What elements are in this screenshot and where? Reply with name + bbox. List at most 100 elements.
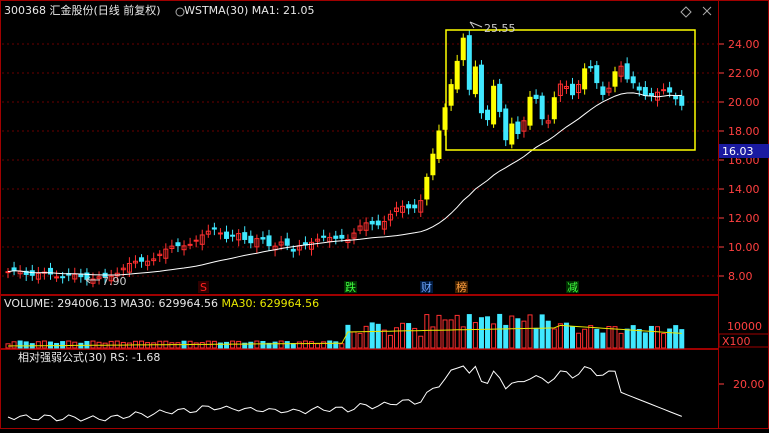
- close-icon[interactable]: [702, 6, 712, 16]
- candle-body: [260, 237, 266, 240]
- volume-bar: [333, 341, 339, 349]
- volume-header: VOLUME: 294006.13 MA30: 629964.56 MA30: …: [4, 297, 319, 310]
- candle-body: [460, 37, 466, 61]
- period-mode[interactable]: (日线 前复权): [94, 4, 161, 17]
- candle-body: [527, 96, 533, 126]
- volume-bar: [412, 327, 418, 349]
- volume-bar: [673, 325, 679, 349]
- volume-bar: [11, 341, 17, 349]
- volume-bar: [41, 340, 47, 349]
- candle-body: [642, 87, 648, 96]
- event-marker-cai[interactable]: 财: [421, 280, 432, 294]
- indicator-name[interactable]: WSTMA(30): [184, 4, 248, 17]
- candle-body: [242, 232, 248, 240]
- volume-bar: [400, 322, 406, 349]
- candle-body: [284, 238, 290, 246]
- volume-bar: [527, 314, 533, 349]
- volume-bar: [290, 343, 296, 349]
- volume-bar: [418, 335, 424, 349]
- candle-body: [515, 121, 521, 135]
- volume-bar: [521, 320, 527, 349]
- volume-bar: [357, 332, 363, 349]
- stock-name: 汇金股份: [49, 4, 94, 17]
- candle-body: [673, 95, 679, 100]
- candle-body: [648, 93, 654, 97]
- volume-bar: [466, 314, 472, 349]
- chart-canvas[interactable]: 24.0022.0020.0018.0016.0014.0012.0010.00…: [0, 0, 769, 429]
- candle-body: [193, 239, 199, 242]
- candle-body: [266, 235, 272, 247]
- price-tick-label: 22.00: [728, 67, 760, 80]
- volume-bar: [278, 340, 284, 349]
- volume-bar: [533, 327, 539, 349]
- volume-bar: [60, 341, 66, 349]
- candle-body: [406, 204, 412, 209]
- candle-body: [448, 84, 454, 106]
- volume-bar: [472, 322, 478, 349]
- volume-bar: [624, 328, 630, 349]
- stock-code: 300368: [4, 4, 46, 17]
- volume-bar: [557, 323, 563, 349]
- volume-bar: [23, 341, 29, 349]
- volume-bar: [545, 320, 551, 349]
- volume-ma-label: MA30: 629964.56: [120, 297, 218, 310]
- price-axis: 24.0022.0020.0018.0016.0014.0012.0010.00…: [719, 38, 760, 283]
- volume-bar: [406, 323, 412, 349]
- candle-body: [369, 220, 375, 225]
- candle-body: [624, 63, 630, 80]
- candle-body: [497, 83, 503, 112]
- volume-bar: [442, 319, 448, 349]
- candle-body: [478, 64, 484, 114]
- candle-body: [551, 97, 557, 120]
- volume-bar: [576, 332, 582, 349]
- high-annotation: 25.55: [484, 22, 516, 35]
- volume-bars: [5, 313, 685, 349]
- candle-body: [175, 242, 181, 247]
- event-marker-bang[interactable]: 榜: [456, 280, 467, 294]
- current-price-value: 16.03: [722, 145, 754, 158]
- volume-bar: [381, 329, 387, 349]
- volume-bar: [296, 341, 302, 349]
- candle-body: [636, 86, 642, 91]
- volume-bar: [84, 340, 90, 349]
- event-marker-s[interactable]: S: [200, 281, 207, 294]
- event-marker-die[interactable]: 跌: [345, 280, 356, 294]
- volume-bar: [375, 323, 381, 349]
- candle-body: [466, 35, 472, 90]
- volume-bar: [339, 343, 345, 349]
- volume-unit-tag: X100: [722, 335, 751, 348]
- volume-bar: [570, 326, 576, 349]
- price-tick-label: 12.00: [728, 212, 760, 225]
- chevron-down-icon[interactable]: [680, 6, 692, 18]
- price-grid: [2, 43, 718, 277]
- rs-value: RS: -1.68: [110, 351, 161, 364]
- wstma-line: [7, 92, 682, 276]
- volume-bar: [248, 341, 254, 349]
- candlestick-series: [5, 30, 685, 288]
- price-header: 300368 汇金股份(日线 前复权) WSTMA(30) MA1: 21.05: [4, 4, 315, 17]
- rs-title[interactable]: 相对强弱公式(30): [18, 351, 107, 364]
- event-markers: S 跌 财 榜 减: [198, 280, 579, 294]
- volume-bar: [35, 341, 41, 349]
- volume-bar: [478, 317, 484, 349]
- price-tick-label: 14.00: [728, 183, 760, 196]
- candle-body: [533, 94, 539, 99]
- volume-bar: [351, 331, 357, 349]
- volume-bar: [582, 328, 588, 349]
- candle-body: [594, 65, 600, 84]
- volume-bar: [618, 332, 624, 349]
- candle-body: [321, 235, 327, 238]
- volume-bar: [636, 328, 642, 349]
- candle-body: [472, 66, 478, 95]
- volume-bar: [47, 341, 53, 349]
- volume-bar: [66, 340, 72, 349]
- event-marker-jian[interactable]: 减: [567, 281, 578, 294]
- volume-bar: [563, 322, 569, 349]
- candle-body: [290, 248, 296, 252]
- kline-chart-window: 24.00 22.00 20.00 18.00 16.00 14.00 12.00 10.00…: [0, 0, 769, 429]
- ma-value: MA1: 21.05: [251, 4, 315, 17]
- price-tick-label: 24.00: [728, 38, 760, 51]
- volume-bar: [612, 326, 618, 349]
- volume-bar: [254, 340, 260, 349]
- volume-bar: [654, 326, 660, 349]
